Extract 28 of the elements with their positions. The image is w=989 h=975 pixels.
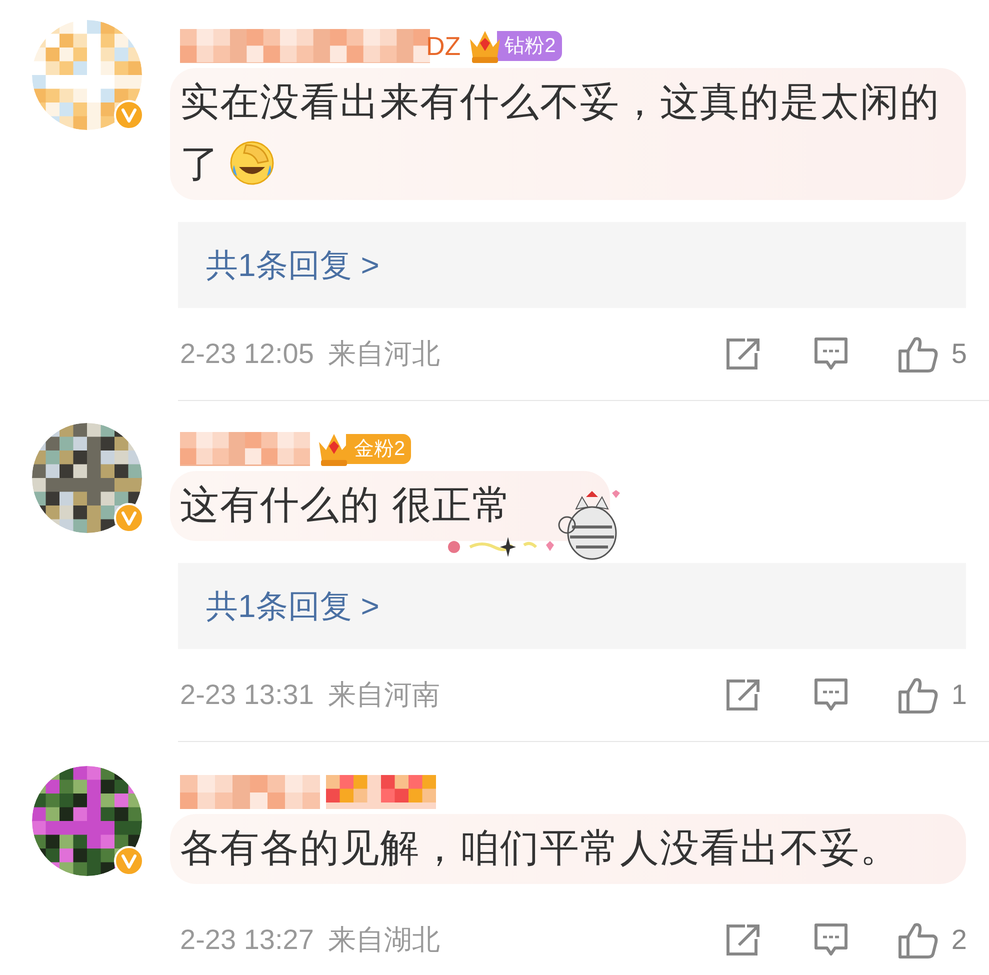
thumbs-up-icon[interactable] — [897, 335, 940, 373]
reply-link[interactable]: 共1条回复 > — [206, 241, 380, 289]
comment-body: 这有什么的 很正常 — [180, 484, 512, 527]
share-icon[interactable] — [725, 337, 762, 371]
comment-location: 来自河南 — [328, 678, 440, 712]
like-count: 5 — [951, 337, 967, 371]
reply-link[interactable]: 共1条回复 > — [206, 582, 380, 630]
comment-time: 2-23 13:27 — [180, 923, 314, 957]
reply-box[interactable]: 共1条回复 > — [178, 222, 966, 308]
comment-body: 各有各的见解，咱们平常人没看出不妥。 — [180, 827, 900, 870]
share-icon[interactable] — [725, 923, 762, 957]
username-fragment[interactable]: DZ — [426, 26, 461, 66]
like-count: 2 — [951, 923, 967, 957]
fan-badge: 金粉2 — [346, 434, 412, 464]
comment-location: 来自河北 — [328, 337, 440, 371]
thumbs-up-icon[interactable] — [897, 676, 940, 714]
reply-box[interactable]: 共1条回复 > — [178, 563, 966, 649]
fan-badge: 钻粉2 — [496, 31, 562, 61]
comment-icon[interactable] — [813, 336, 850, 372]
like-count: 1 — [951, 678, 967, 712]
comment-icon[interactable] — [813, 922, 850, 958]
share-icon[interactable] — [725, 678, 762, 712]
comment-location: 来自湖北 — [328, 923, 440, 957]
comment-body: 实在没看出来有什么不妥，这真的是太闲的了 — [180, 81, 940, 186]
comment-icon[interactable] — [813, 677, 850, 713]
comment-time: 2-23 12:05 — [180, 337, 314, 371]
comment-time: 2-23 13:31 — [180, 678, 314, 712]
thumbs-up-icon[interactable] — [897, 921, 940, 959]
